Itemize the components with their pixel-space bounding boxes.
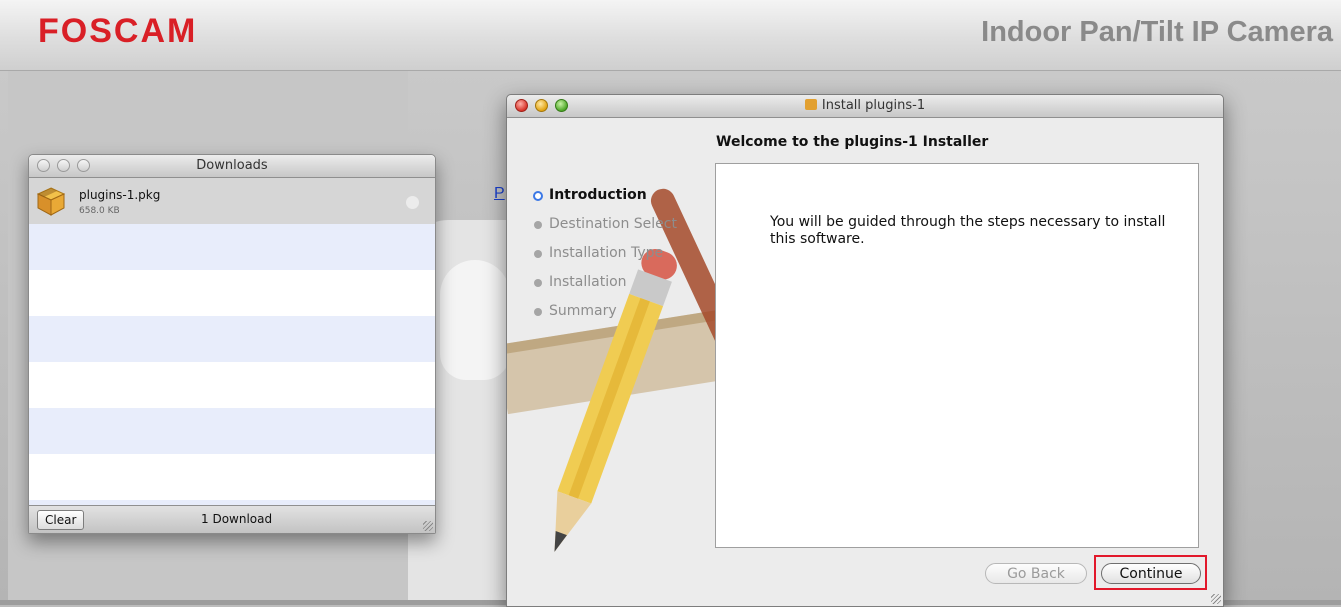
page-header: FOSCAM Indoor Pan/Tilt IP Camera (0, 0, 1341, 71)
package-icon (37, 187, 65, 216)
downloads-titlebar[interactable]: Downloads (29, 155, 435, 178)
download-item[interactable]: plugins-1.pkg 658.0 KB (29, 178, 435, 224)
continue-highlight-box (1094, 555, 1207, 590)
camera-image (440, 260, 510, 380)
step-installation: Installation (531, 274, 677, 303)
package-icon (804, 99, 817, 110)
step-destination-select: Destination Select (531, 216, 677, 245)
step-bullet-icon (534, 250, 542, 258)
step-label: Summary (549, 303, 617, 319)
downloads-window: Downloads plugins-1.pkg 658.0 KB Clear 1… (28, 154, 436, 534)
installer-window: Install plugins-1 Welcome to the plugins… (506, 94, 1224, 607)
installer-title-label: Install plugins-1 (821, 98, 926, 113)
step-introduction: Introduction (531, 187, 677, 216)
magnifier-icon[interactable] (406, 196, 419, 209)
download-filename: plugins-1.pkg (79, 188, 161, 202)
downloads-footer: Clear 1 Download (29, 505, 435, 533)
product-title: Indoor Pan/Tilt IP Camera (981, 16, 1333, 48)
step-bullet-icon (534, 308, 542, 316)
installer-heading: Welcome to the plugins-1 Installer (716, 134, 989, 150)
installer-title: Install plugins-1 (507, 98, 1223, 113)
webpage-link[interactable]: P (494, 185, 505, 203)
step-summary: Summary (531, 303, 677, 332)
resize-grip-icon[interactable] (423, 521, 433, 531)
installer-titlebar[interactable]: Install plugins-1 (507, 95, 1223, 118)
step-label: Installation Type (549, 245, 664, 261)
resize-grip-icon[interactable] (1211, 594, 1221, 604)
clear-button[interactable]: Clear (37, 510, 85, 530)
step-label: Destination Select (549, 216, 677, 232)
step-label: Installation (549, 274, 627, 290)
active-step-icon (533, 191, 543, 201)
download-count: 1 Download (201, 512, 273, 526)
downloads-list-background (29, 224, 435, 505)
go-back-button[interactable]: Go Back (985, 563, 1087, 584)
step-label: Introduction (549, 187, 647, 203)
download-filesize: 658.0 KB (79, 206, 120, 216)
step-installation-type: Installation Type (531, 245, 677, 274)
step-bullet-icon (534, 221, 542, 229)
downloads-title: Downloads (196, 158, 268, 173)
foscam-logo: FOSCAM (38, 12, 198, 50)
installer-content-pane: You will be guided through the steps nec… (715, 163, 1199, 548)
installer-body-text: You will be guided through the steps nec… (770, 214, 1166, 247)
step-bullet-icon (534, 279, 542, 287)
installer-steps: Introduction Destination Select Installa… (531, 187, 677, 332)
